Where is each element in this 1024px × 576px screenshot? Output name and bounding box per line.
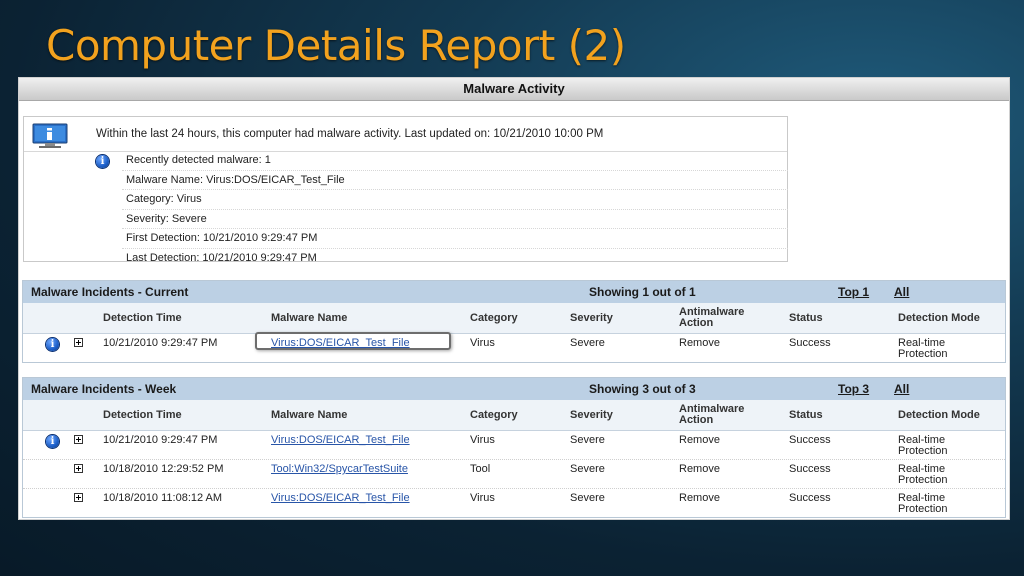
table-row[interactable]: 10/18/2010 11:08:12 AM Virus:DOS/EICAR_T… [23, 489, 1005, 517]
row-severity: Severe [570, 434, 605, 446]
col-detection-mode[interactable]: Detection Mode [898, 303, 980, 333]
col-severity[interactable]: Severity [570, 303, 613, 333]
row-category: Virus [470, 337, 495, 349]
row-malware-name-link[interactable]: Virus:DOS/EICAR_Test_File [271, 435, 410, 446]
row-category: Virus [470, 492, 495, 504]
expand-plus-icon[interactable] [74, 493, 83, 502]
row-action: Remove [679, 434, 720, 446]
detail-recent-count: Recently detected malware: 1 [122, 151, 788, 171]
report-panel: Malware Activity Within the last 24 hour… [18, 77, 1010, 520]
row-detection-time: 10/21/2010 9:29:47 PM [103, 337, 218, 349]
table-row[interactable]: i 10/21/2010 9:29:47 PM Virus:DOS/EICAR_… [23, 431, 1005, 460]
col-status[interactable]: Status [789, 303, 823, 333]
activity-summary-text: Within the last 24 hours, this computer … [96, 128, 604, 140]
detail-malware-name: Malware Name: Virus:DOS/EICAR_Test_File [122, 171, 788, 191]
expand-plus-icon[interactable] [74, 435, 83, 444]
col-antimalware-action[interactable]: Antimalware Action [679, 400, 769, 430]
row-action: Remove [679, 492, 720, 504]
current-incidents-table: Malware Incidents - Current Showing 1 ou… [22, 280, 1006, 363]
week-incidents-header: Malware Incidents - Week Showing 3 out o… [23, 378, 1005, 400]
expand-plus-icon[interactable] [74, 464, 83, 473]
row-category: Virus [470, 434, 495, 446]
row-severity: Severe [570, 492, 605, 504]
activity-summary-box: Within the last 24 hours, this computer … [23, 116, 788, 264]
col-detection-time[interactable]: Detection Time [103, 303, 182, 333]
row-action: Remove [679, 337, 720, 349]
detail-category: Category: Virus [122, 190, 788, 210]
detail-last-detection: Last Detection: 10/21/2010 9:29:47 PM [126, 251, 317, 264]
row-status: Success [789, 492, 831, 504]
week-incidents-title: Malware Incidents - Week [31, 382, 177, 396]
week-top-link[interactable]: Top 3 [838, 378, 869, 400]
row-status: Success [789, 337, 831, 349]
current-top-link[interactable]: Top 1 [838, 281, 869, 303]
info-icon[interactable]: i [46, 338, 59, 351]
col-malware-name[interactable]: Malware Name [271, 400, 347, 430]
row-detection-mode: Real-time Protection [898, 463, 948, 486]
row-detection-mode: Real-time Protection [898, 492, 948, 515]
week-showing-count: Showing 3 out of 3 [589, 382, 696, 396]
current-column-headers: Detection Time Malware Name Category Sev… [23, 303, 1005, 334]
row-malware-name-link[interactable]: Virus:DOS/EICAR_Test_File [271, 493, 410, 504]
row-detection-time: 10/18/2010 12:29:52 PM [103, 463, 224, 475]
row-malware-name-link[interactable]: Tool:Win32/SpycarTestSuite [271, 464, 408, 475]
week-incidents-table: Malware Incidents - Week Showing 3 out o… [22, 377, 1006, 518]
current-showing-count: Showing 1 out of 1 [589, 285, 696, 299]
row-severity: Severe [570, 463, 605, 475]
row-malware-name-link[interactable]: Virus:DOS/EICAR_Test_File [271, 338, 410, 349]
col-detection-mode[interactable]: Detection Mode [898, 400, 980, 430]
computer-monitor-icon [32, 123, 68, 148]
col-severity[interactable]: Severity [570, 400, 613, 430]
row-severity: Severe [570, 337, 605, 349]
info-icon[interactable]: i [46, 435, 59, 448]
row-detection-mode: Real-time Protection [898, 337, 948, 360]
activity-details-list: Recently detected malware: 1 Malware Nam… [122, 151, 788, 268]
current-all-link[interactable]: All [894, 281, 909, 303]
row-action: Remove [679, 463, 720, 475]
detail-severity: Severity: Severe [122, 210, 788, 230]
col-antimalware-action[interactable]: Antimalware Action [679, 303, 769, 333]
table-row[interactable]: i 10/21/2010 9:29:47 PM Virus:DOS/EICAR_… [23, 332, 1005, 362]
row-category: Tool [470, 463, 491, 475]
malware-activity-header: Malware Activity [19, 78, 1009, 101]
week-all-link[interactable]: All [894, 378, 909, 400]
col-category[interactable]: Category [470, 400, 518, 430]
row-detection-time: 10/18/2010 11:08:12 AM [103, 492, 223, 504]
week-column-headers: Detection Time Malware Name Category Sev… [23, 400, 1005, 431]
row-status: Success [789, 434, 831, 446]
info-icon[interactable]: i [96, 155, 109, 168]
col-status[interactable]: Status [789, 400, 823, 430]
current-incidents-title: Malware Incidents - Current [31, 285, 189, 299]
row-status: Success [789, 463, 831, 475]
current-incidents-header: Malware Incidents - Current Showing 1 ou… [23, 281, 1005, 303]
col-category[interactable]: Category [470, 303, 518, 333]
slide-title: Computer Details Report (2) [46, 21, 626, 70]
row-detection-time: 10/21/2010 9:29:47 PM [103, 434, 218, 446]
detail-first-detection: First Detection: 10/21/2010 9:29:47 PM [122, 229, 788, 249]
col-detection-time[interactable]: Detection Time [103, 400, 182, 430]
expand-plus-icon[interactable] [74, 338, 83, 347]
col-malware-name[interactable]: Malware Name [271, 303, 347, 333]
table-row[interactable]: 10/18/2010 12:29:52 PM Tool:Win32/Spycar… [23, 460, 1005, 489]
row-detection-mode: Real-time Protection [898, 434, 948, 457]
